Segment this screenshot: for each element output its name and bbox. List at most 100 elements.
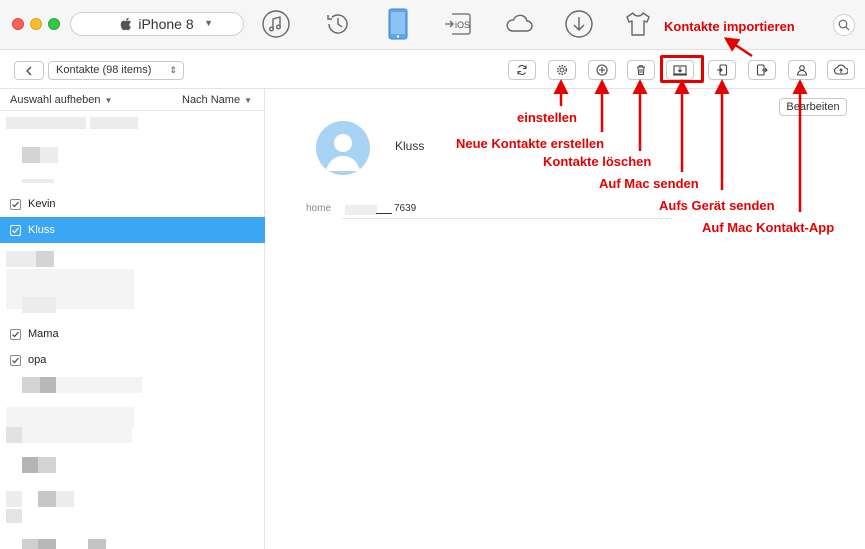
refresh-icon (517, 65, 527, 75)
trash-icon (637, 65, 645, 75)
blurred-contact (22, 427, 132, 443)
phone-underscore (376, 213, 392, 214)
contacts-select-label: Kontakte (98 items) (56, 64, 152, 76)
tshirt-icon[interactable] (622, 8, 654, 40)
sort-by-name-button[interactable]: Nach Name ▼ (182, 94, 252, 106)
download-icon[interactable] (563, 8, 595, 40)
contact-avatar (316, 121, 370, 175)
plus-circle-icon (596, 64, 608, 76)
blurred-contact (22, 457, 38, 473)
contact-name: Mama (28, 328, 59, 340)
contact-row[interactable]: Kevin (0, 191, 265, 217)
blurred-contact (40, 147, 58, 163)
updown-chevron-icon: ⇕ (169, 65, 177, 75)
blurred-contact (38, 457, 56, 473)
blurred-contact (6, 427, 22, 443)
chevron-down-icon: ▼ (204, 18, 213, 28)
blurred-contact (40, 377, 56, 393)
history-icon[interactable] (322, 8, 354, 40)
blurred-contact (22, 147, 40, 163)
blurred-contact (6, 509, 22, 523)
blurred-contact (56, 377, 142, 393)
cloud-upload-icon (834, 64, 848, 75)
minimize-window-button[interactable] (30, 18, 42, 30)
check-icon (12, 357, 19, 363)
sidebar-header: Auswahl aufheben ▼ Nach Name ▼ (0, 89, 264, 111)
annotation-new: Neue Kontakte erstellen (456, 136, 605, 151)
deselect-label: Auswahl aufheben (10, 93, 101, 106)
contacts-category-select[interactable]: Kontakte (98 items) ⇕ (48, 61, 184, 80)
sort-label: Nach Name (182, 93, 241, 106)
deselect-all-button[interactable]: Auswahl aufheben ▼ (10, 94, 112, 106)
import-contacts-button[interactable] (748, 60, 776, 80)
export-icon (756, 64, 768, 76)
blurred-phone-prefix (345, 205, 377, 215)
blurred-contact (22, 179, 54, 183)
blurred-contact (6, 251, 36, 267)
detail-contact-name: Kluss (395, 139, 425, 153)
settings-button[interactable] (548, 60, 576, 80)
ios-label: iOS (455, 20, 470, 30)
annotation-settings: einstellen (517, 110, 577, 125)
blurred-contact (38, 539, 56, 549)
person-icon (796, 65, 808, 76)
contact-row[interactable]: opa (0, 347, 265, 373)
checkbox[interactable] (10, 354, 21, 366)
ios-transfer-icon[interactable]: iOS (442, 8, 474, 40)
annotation-to-mac: Auf Mac senden (599, 176, 699, 191)
cloud-upload-button[interactable] (827, 60, 855, 80)
blurred-contact (90, 117, 138, 129)
add-contact-button[interactable] (588, 60, 616, 80)
phone-field-value: 7639 (394, 203, 417, 214)
field-divider (342, 218, 672, 219)
blurred-contact (22, 377, 40, 393)
contacts-sidebar: Auswahl aufheben ▼ Nach Name ▼ Kevin Kluss… (0, 89, 265, 549)
contact-name: Kevin (28, 198, 56, 210)
blurred-contact (88, 539, 106, 549)
toolbar: Kontakte (98 items) ⇕ (0, 51, 865, 89)
delete-contact-button[interactable] (627, 60, 655, 80)
checkbox[interactable] (10, 328, 21, 340)
check-icon (12, 227, 19, 233)
phone-field-label: home (306, 203, 332, 214)
blurred-contact (36, 251, 54, 267)
blurred-contact (6, 491, 22, 507)
cloud-icon[interactable] (503, 8, 535, 40)
annotation-delete: Kontakte löschen (543, 154, 652, 169)
search-icon (838, 19, 850, 31)
contact-name: Kluss (28, 224, 55, 236)
device-selector[interactable]: iPhone 8 ▼ (70, 12, 244, 36)
device-icon[interactable] (382, 8, 414, 40)
checkbox[interactable] (10, 198, 21, 210)
search-button[interactable] (833, 14, 855, 36)
annotation-to-device: Aufs Gerät senden (659, 198, 775, 213)
contact-app-button[interactable] (788, 60, 816, 80)
close-window-button[interactable] (12, 18, 24, 30)
zoom-window-button[interactable] (48, 18, 60, 30)
import-to-device-icon (717, 64, 728, 76)
highlight-box (660, 55, 704, 83)
apple-icon (121, 17, 132, 31)
back-button[interactable] (14, 61, 44, 80)
send-to-device-button[interactable] (708, 60, 736, 80)
device-name: iPhone 8 (138, 16, 194, 32)
annotation-to-contact-app: Auf Mac Kontakt-App (702, 220, 835, 235)
contact-row[interactable]: Mama (0, 321, 265, 347)
checkbox[interactable] (10, 224, 21, 236)
contact-row-selected[interactable]: Kluss (0, 217, 265, 243)
caret-down-icon: ▼ (244, 95, 252, 105)
blurred-contact (38, 491, 56, 507)
blurred-contact (22, 539, 38, 549)
annotation-import: Kontakte importieren (664, 19, 795, 34)
chevron-left-icon (26, 66, 32, 75)
caret-down-icon: ▼ (104, 95, 113, 105)
check-icon (12, 201, 19, 207)
person-placeholder-icon (326, 134, 360, 171)
edit-button[interactable]: Bearbeiten (779, 98, 847, 116)
blurred-contact (56, 491, 74, 507)
refresh-button[interactable] (508, 60, 536, 80)
blurred-contact (6, 117, 86, 129)
music-icon[interactable] (260, 8, 292, 40)
contact-name: opa (28, 354, 47, 366)
check-icon (12, 331, 19, 337)
